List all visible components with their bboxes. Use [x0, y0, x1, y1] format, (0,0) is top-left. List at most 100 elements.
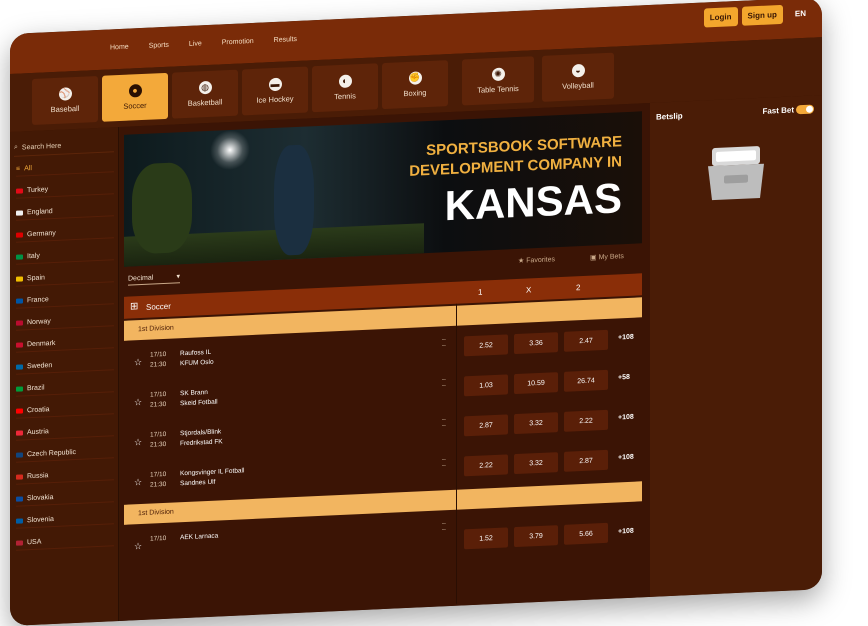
sidebar-item-czech-republic[interactable]: Czech Republic [16, 443, 114, 463]
sport-label: Boxing [403, 88, 427, 99]
flag-icon [16, 209, 23, 216]
sidebar-item-spain[interactable]: Spain [16, 267, 114, 287]
stats-icon: – – [442, 416, 446, 430]
odds-home[interactable]: 2.22 [464, 454, 508, 477]
sport-label: Volleyball [562, 80, 594, 91]
sidebar-item-all[interactable]: ≡ All [16, 157, 114, 177]
odds-format-value: Decimal [128, 273, 154, 283]
sidebar-item-england[interactable]: England [16, 201, 114, 221]
sidebar-item-turkey[interactable]: Turkey [16, 179, 114, 199]
signup-button[interactable]: Sign up [741, 4, 783, 26]
sidebar-item-denmark[interactable]: Denmark [16, 333, 114, 353]
favorite-star-icon[interactable]: ☆ [134, 397, 142, 408]
odds-draw[interactable]: 3.36 [514, 332, 558, 355]
tennis-ball-icon: ◐ [338, 74, 352, 89]
sidebar-item-italy[interactable]: Italy [16, 245, 114, 265]
sport-label: Basketball [187, 97, 223, 108]
odds-away[interactable]: 2.22 [564, 409, 608, 432]
match-teams[interactable]: Stjordals/Blink Fredrikstad FK [180, 427, 223, 449]
match-time: 17/10 [150, 534, 167, 543]
sport-tab-basketball[interactable]: ◍ Basketball [172, 69, 238, 119]
sidebar-item-label: All [24, 164, 32, 172]
odds-away[interactable]: 5.66 [564, 522, 608, 545]
odds-home[interactable]: 2.87 [464, 414, 508, 437]
nav-results[interactable]: Results [274, 36, 297, 44]
sidebar-item-sweden[interactable]: Sweden [16, 355, 114, 375]
favorite-star-icon[interactable]: ☆ [134, 357, 142, 368]
sport-tab-ice-hockey[interactable]: ▬ Ice Hockey [242, 66, 308, 116]
more-markets[interactable]: +108 [618, 528, 634, 536]
sidebar-item-russia[interactable]: Russia [16, 465, 114, 485]
sport-label: Baseball [50, 103, 80, 115]
sport-tab-tennis[interactable]: ◐ Tennis [312, 63, 378, 113]
favorite-star-icon[interactable]: ☆ [134, 541, 142, 552]
more-markets[interactable]: +58 [618, 374, 630, 382]
sidebar-item-label: Denmark [27, 339, 56, 348]
banner-headline: SPORTSBOOK SOFTWARE DEVELOPMENT COMPANY … [409, 132, 622, 182]
stats-icon: – – [442, 456, 446, 470]
my-bets-label: My Bets [598, 253, 624, 262]
odds-away[interactable]: 2.47 [564, 329, 608, 352]
odds-home[interactable]: 2.52 [464, 334, 508, 357]
odds-draw[interactable]: 10.59 [514, 372, 558, 395]
odds-away[interactable]: 2.87 [564, 449, 608, 472]
more-markets[interactable]: +108 [618, 414, 634, 422]
sidebar-item-usa[interactable]: USA [16, 531, 114, 551]
flag-icon [16, 429, 23, 436]
favorite-star-icon[interactable]: ☆ [134, 477, 142, 488]
sidebar-item-austria[interactable]: Austria [16, 421, 114, 441]
match-teams[interactable]: Kongsvinger IL Fotball Sandnes Ulf [180, 466, 244, 489]
main-content: SPORTSBOOK SOFTWARE DEVELOPMENT COMPANY … [120, 102, 650, 622]
sidebar-item-label: England [27, 207, 53, 216]
odds-away[interactable]: 26.74 [564, 369, 608, 392]
nav-home[interactable]: Home [110, 44, 129, 52]
sport-tab-table-tennis[interactable]: ✺ Table Tennis [462, 56, 534, 106]
nav-promotion[interactable]: Promotion [222, 38, 254, 46]
sidebar-item-norway[interactable]: Norway [16, 311, 114, 331]
sport-tab-soccer[interactable]: ● Soccer [102, 72, 168, 122]
sidebar-item-brazil[interactable]: Brazil [16, 377, 114, 397]
sidebar-item-croatia[interactable]: Croatia [16, 399, 114, 419]
odds-format-select[interactable]: Decimal ▾ [128, 270, 180, 286]
favorites-link[interactable]: ★ Favorites [518, 255, 555, 265]
sidebar-item-slovenia[interactable]: Slovenia [16, 509, 114, 529]
language-selector[interactable]: EN [795, 9, 806, 19]
odds-draw[interactable]: 3.32 [514, 412, 558, 435]
my-bets-link[interactable]: ▣ My Bets [590, 252, 624, 262]
sport-tab-boxing[interactable]: ✊ Boxing [382, 60, 448, 110]
odds-home[interactable]: 1.03 [464, 374, 508, 397]
boxing-glove-icon: ✊ [408, 71, 422, 85]
sidebar-item-label: Brazil [27, 383, 45, 392]
stadium-light [210, 129, 250, 171]
sidebar-item-slovakia[interactable]: Slovakia [16, 487, 114, 507]
promo-banner[interactable]: SPORTSBOOK SOFTWARE DEVELOPMENT COMPANY … [124, 111, 642, 267]
sport-tab-baseball[interactable]: ⚾ Baseball [32, 76, 98, 126]
match-teams[interactable]: Raufoss IL KFUM Oslo [180, 348, 214, 370]
match-teams[interactable]: SK Brann Skeid Fotball [180, 388, 218, 410]
nav-live[interactable]: Live [189, 40, 202, 48]
empty-betslip-icon [708, 146, 764, 201]
sidebar-item-label: Austria [27, 427, 49, 436]
column-away: 2 [576, 283, 581, 293]
sidebar-item-label: Turkey [27, 185, 49, 194]
more-markets[interactable]: +108 [618, 454, 634, 462]
volleyball-icon: ◒ [571, 63, 585, 78]
fast-bet-toggle[interactable] [796, 104, 814, 115]
match-time: 17/10 21:30 [150, 350, 167, 369]
flag-icon [16, 187, 23, 194]
odds-draw[interactable]: 3.79 [514, 525, 558, 548]
flag-icon [16, 275, 23, 282]
odds-draw[interactable]: 3.32 [514, 452, 558, 475]
odds-home[interactable]: 1.52 [464, 527, 508, 550]
sidebar-item-germany[interactable]: Germany [16, 223, 114, 243]
sidebar-item-france[interactable]: France [16, 289, 114, 309]
match-time: 17/10 21:30 [150, 390, 167, 409]
more-markets[interactable]: +108 [618, 334, 634, 342]
favorite-star-icon[interactable]: ☆ [134, 437, 142, 448]
match-teams[interactable]: AEK Larnaca [180, 532, 218, 544]
nav-sports[interactable]: Sports [149, 42, 169, 50]
search-input[interactable]: ⌕ Search Here [14, 135, 114, 157]
login-button[interactable]: Login [703, 6, 738, 28]
match-time: 17/10 21:30 [150, 430, 167, 449]
sport-tab-volleyball[interactable]: ◒ Volleyball [542, 52, 614, 102]
